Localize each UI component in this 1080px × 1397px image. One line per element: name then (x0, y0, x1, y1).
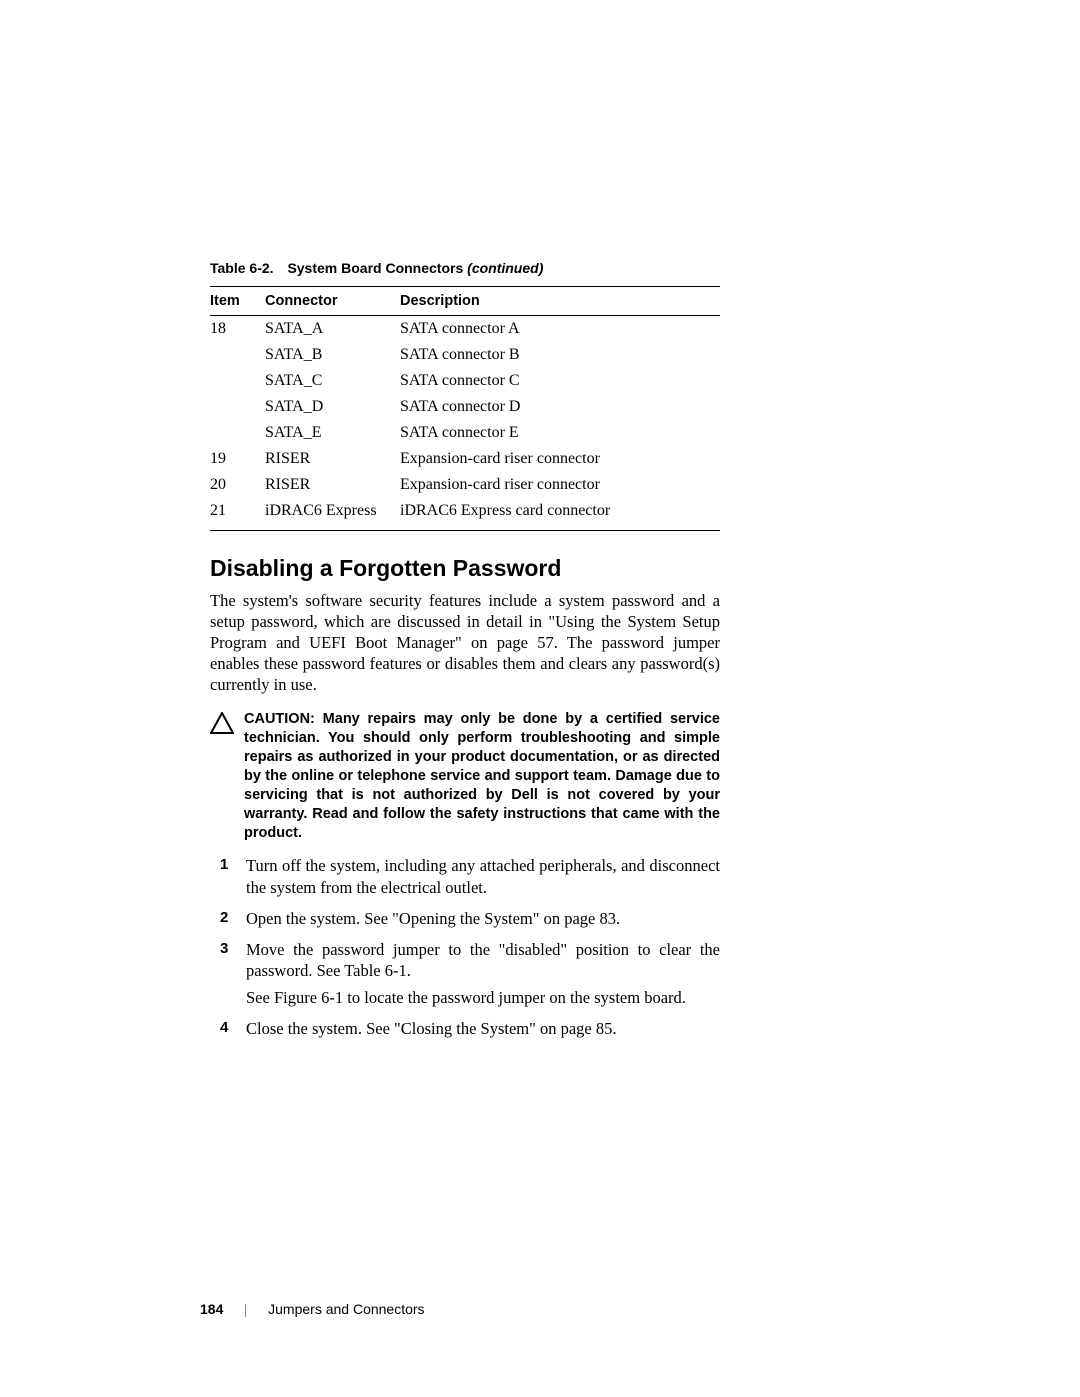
cell-description: SATA connector E (400, 420, 720, 446)
cell-item: 21 (210, 498, 265, 531)
table-header-row: Item Connector Description (210, 287, 720, 316)
cell-connector: RISER (265, 446, 400, 472)
cell-description: SATA connector C (400, 368, 720, 394)
step-item: Turn off the system, including any attac… (210, 855, 720, 897)
cell-item: 18 (210, 316, 265, 343)
cell-description: Expansion-card riser connector (400, 446, 720, 472)
footer-section: Jumpers and Connectors (268, 1301, 424, 1317)
page-footer: 184 Jumpers and Connectors (200, 1301, 425, 1317)
cell-description: Expansion-card riser connector (400, 472, 720, 498)
cell-description: SATA connector B (400, 342, 720, 368)
cell-item: 19 (210, 446, 265, 472)
step-item: Move the password jumper to the "disable… (210, 939, 720, 1008)
cell-connector: SATA_C (265, 368, 400, 394)
cell-connector: RISER (265, 472, 400, 498)
table-caption-continued: (continued) (467, 260, 543, 276)
cell-description: SATA connector A (400, 316, 720, 343)
page-number: 184 (200, 1301, 223, 1317)
step-text: Close the system. See "Closing the Syste… (246, 1019, 617, 1038)
caution-block: CAUTION: Many repairs may only be done b… (210, 710, 720, 844)
caution-body: Many repairs may only be done by a certi… (244, 711, 720, 842)
cell-item (210, 394, 265, 420)
footer-divider (245, 1304, 246, 1317)
cell-description: iDRAC6 Express card connector (400, 498, 720, 531)
table-row: SATA_B SATA connector B (210, 342, 720, 368)
cell-item (210, 342, 265, 368)
cell-item: 20 (210, 472, 265, 498)
steps-list: Turn off the system, including any attac… (210, 855, 720, 1039)
table-row: 21 iDRAC6 Express iDRAC6 Express card co… (210, 498, 720, 531)
step-text: Turn off the system, including any attac… (246, 856, 720, 896)
step-item: Close the system. See "Closing the Syste… (210, 1018, 720, 1039)
table-row: 20 RISER Expansion-card riser connector (210, 472, 720, 498)
caution-label: CAUTION: (244, 711, 323, 727)
table-caption: Table 6-2. System Board Connectors (cont… (210, 260, 720, 276)
table-row: SATA_C SATA connector C (210, 368, 720, 394)
cell-connector: SATA_B (265, 342, 400, 368)
connectors-table: Item Connector Description 18 SATA_A SAT… (210, 286, 720, 531)
cell-item (210, 368, 265, 394)
table-row: 18 SATA_A SATA connector A (210, 316, 720, 343)
step-extra: See Figure 6-1 to locate the password ju… (246, 987, 720, 1008)
step-item: Open the system. See "Opening the System… (210, 908, 720, 929)
table-row: 19 RISER Expansion-card riser connector (210, 446, 720, 472)
table-caption-title: System Board Connectors (287, 260, 467, 276)
cell-connector: SATA_D (265, 394, 400, 420)
table-row: SATA_D SATA connector D (210, 394, 720, 420)
th-description: Description (400, 287, 720, 316)
page-content: Table 6-2. System Board Connectors (cont… (210, 260, 720, 1049)
cell-connector: SATA_E (265, 420, 400, 446)
cell-connector: iDRAC6 Express (265, 498, 400, 531)
th-connector: Connector (265, 287, 400, 316)
th-item: Item (210, 287, 265, 316)
step-text: Move the password jumper to the "disable… (246, 940, 720, 980)
step-text: Open the system. See "Opening the System… (246, 909, 620, 928)
table-row: SATA_E SATA connector E (210, 420, 720, 446)
caution-triangle-icon (210, 712, 234, 739)
table-caption-label: Table 6-2. (210, 260, 274, 276)
cell-item (210, 420, 265, 446)
caution-text: CAUTION: Many repairs may only be done b… (244, 710, 720, 844)
intro-paragraph: The system's software security features … (210, 590, 720, 696)
section-heading: Disabling a Forgotten Password (210, 555, 720, 582)
cell-connector: SATA_A (265, 316, 400, 343)
cell-description: SATA connector D (400, 394, 720, 420)
